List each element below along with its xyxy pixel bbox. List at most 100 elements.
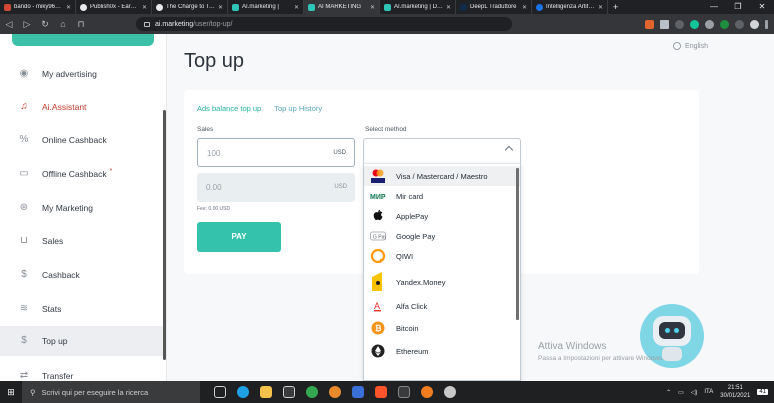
method-option-visa-mastercard[interactable]: Visa / Mastercard / Maestro [364,166,520,186]
close-tab-icon[interactable]: ✕ [66,4,71,11]
sales-input[interactable]: 100 USD [197,138,355,167]
close-tab-icon[interactable]: ✕ [294,4,299,11]
tab-label: AI MARKETING [318,4,362,10]
sidebar-item-transfer[interactable]: ⇄ Transfer [0,361,166,382]
method-option-yandex-money[interactable]: Yandex.Money [364,270,520,294]
close-tab-icon[interactable]: ✕ [218,4,223,11]
sidebar-item-label: Cashback [42,270,80,280]
svg-text:A: A [374,301,380,311]
grammarly-icon[interactable] [690,19,699,29]
close-tab-icon[interactable]: ✕ [598,4,603,11]
sidebar-item-sales[interactable]: ⊔ Sales [0,226,166,256]
method-option-google-pay[interactable]: G Pay Google Pay [364,226,520,246]
sidebar-item-label: Ai.Assistant [42,102,87,112]
tab-top-up-history[interactable]: Top up History [274,104,322,113]
alfa-icon: A [370,299,386,313]
app-icon[interactable] [398,386,410,398]
close-window-icon[interactable]: ✕ [750,0,774,14]
sidebar-item-cashback[interactable]: $ Cashback [0,260,166,290]
sidebar-item-top-up[interactable]: $ Top up [0,326,166,356]
page-title: Top up [184,50,245,72]
bookmark-icon[interactable]: ⊓ [72,19,90,30]
brave-rewards-icon[interactable] [660,19,669,29]
task-view-icon[interactable] [214,386,226,398]
app-icon[interactable] [444,386,456,398]
method-option-applepay[interactable]: ApplePay [364,206,520,226]
apple-icon [370,209,386,223]
close-tab-icon[interactable]: ✕ [370,4,375,11]
network-icon[interactable]: ▭ [678,389,684,396]
tab-ads-balance-top-up[interactable]: Ads balance top up [197,104,261,113]
maximize-icon[interactable]: ❐ [726,0,750,14]
new-tab-button[interactable]: + [608,2,623,12]
select-method-label: Select method [365,126,407,133]
browser-tab[interactable]: The Charge to Tethe✕ [152,0,228,14]
extension-icon[interactable] [735,19,744,29]
taskbar-search-field[interactable]: ⚲ Scrivi qui per eseguire la ricerca [22,381,200,403]
windows-start-icon[interactable]: ⊞ [0,387,22,398]
sidebar-item-ai-assistant[interactable]: ♫ Ai.Assistant [0,92,166,122]
method-option-bitcoin[interactable]: ₿ Bitcoin [364,318,520,338]
notifications-badge[interactable]: 41 [757,389,768,395]
sidebar-item-label: My advertising [42,69,97,79]
globe-icon [536,3,543,11]
sidebar-item-label: Sales [42,236,64,246]
extensions-area [645,17,768,31]
aimarketing-icon [308,3,315,11]
language-selector[interactable]: English [673,42,708,50]
forward-icon[interactable]: ▷ [18,19,36,30]
method-option-qiwi[interactable]: QIWI [364,246,520,266]
browser-tab-active[interactable]: AI MARKETING ✕ [304,0,380,14]
settings-icon[interactable] [329,386,341,398]
reload-icon[interactable]: ↻ [36,19,54,30]
close-tab-icon[interactable]: ✕ [446,4,451,11]
pay-button[interactable]: PAY [197,222,281,252]
chevron-up-icon[interactable]: ⌃ [666,389,671,396]
sidebar-item-offline-cashback[interactable]: ▭ Offline Cashback * [0,159,166,189]
sidebar-scrollbar[interactable] [163,110,166,360]
file-explorer-icon[interactable] [260,386,272,398]
back-icon[interactable]: ◁ [0,19,18,30]
sidebar-item-online-cashback[interactable]: % Online Cashback [0,125,166,155]
method-label: QIWI [396,251,414,261]
sidebar-item-my-advertising[interactable]: ◉ My advertising [0,59,166,89]
tab-label: Publish0x - Earn Cry [90,4,139,10]
visa-mastercard-icon [370,169,386,183]
url-field[interactable]: ai.marketing/user/top-up/ [136,17,512,31]
menu-icon[interactable] [765,19,768,29]
edge-icon[interactable] [237,386,249,398]
profile-avatar[interactable] [750,19,759,29]
sidebar-item-my-marketing[interactable]: ⊛ My Marketing [0,193,166,223]
app-icon[interactable] [421,386,433,398]
browser-tab[interactable]: DeepL Traduttore ✕ [456,0,532,14]
browser-tab[interactable]: Intelligenza Artificia ✕ [532,0,608,14]
dropdown-scrollbar[interactable] [516,168,519,320]
home-icon[interactable]: ⌂ [54,19,72,29]
shield-icon[interactable] [720,19,729,29]
browser-tab[interactable]: Publish0x - Earn Cry✕ [76,0,152,14]
globe-icon [673,42,682,50]
method-option-ethereum[interactable]: Ethereum [364,341,520,361]
minimize-icon[interactable]: — [702,0,726,14]
brave-shield-icon[interactable] [645,19,654,29]
browser-tab[interactable]: AI.marketing | Dom ✕ [380,0,456,14]
close-tab-icon[interactable]: ✕ [142,4,147,11]
close-tab-icon[interactable]: ✕ [522,4,527,11]
extension-icon[interactable] [675,19,684,29]
taskbar-clock[interactable]: 21:51 30/01/2021 [720,384,750,400]
method-option-mir[interactable]: MИР Mir card [364,186,520,206]
url-text: ai.marketing/user/top-up/ [155,21,232,28]
sales-label: Sales [197,126,214,133]
volume-icon[interactable]: ◁) [691,389,698,396]
browser-tab[interactable]: bando - miky96123@✕ [0,0,76,14]
sidebar-item-stats[interactable]: ≋ Stats [0,294,166,324]
browser-tab[interactable]: AI.marketing | ✕ [228,0,304,14]
method-option-alfa-click[interactable]: A Alfa Click [364,296,520,316]
input-language[interactable]: ITA [704,389,713,395]
payment-method-select[interactable] [363,138,521,163]
chrome-icon[interactable] [306,386,318,398]
app-icon[interactable] [352,386,364,398]
store-icon[interactable] [283,386,295,398]
extension-icon[interactable] [705,19,714,29]
brave-icon[interactable] [375,386,387,398]
